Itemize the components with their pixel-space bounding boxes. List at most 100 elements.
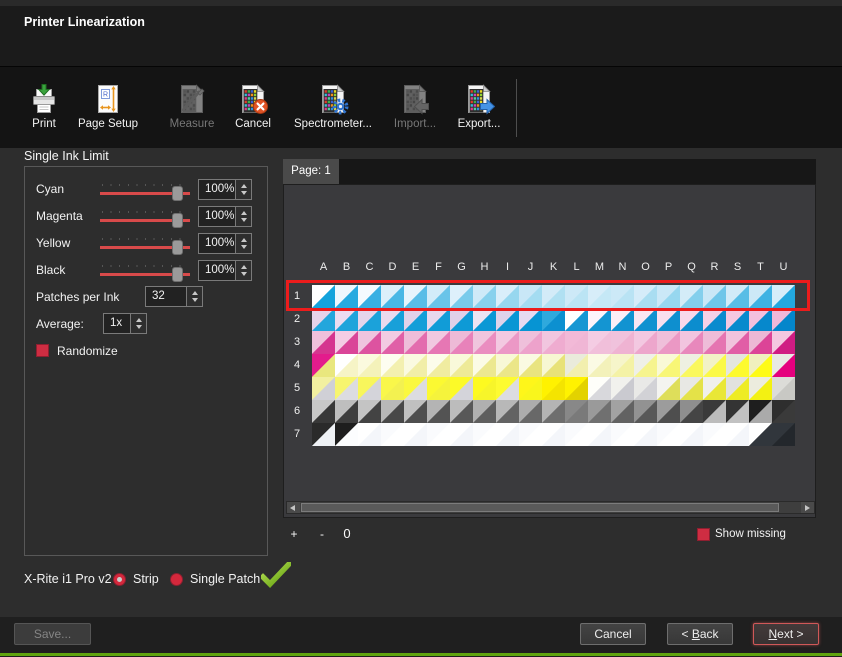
patch-K7[interactable]: [542, 423, 565, 446]
patch-A6[interactable]: [312, 400, 335, 423]
patches-per-ink-stepper[interactable]: 32: [145, 286, 203, 307]
scroll-right-button[interactable]: [801, 502, 814, 513]
patch-M5[interactable]: [588, 377, 611, 400]
patch-B1[interactable]: [335, 285, 358, 308]
magenta-ink-limit-stepper[interactable]: 100%: [198, 206, 252, 227]
patch-O2[interactable]: [634, 308, 657, 331]
up-arrow-icon[interactable]: [241, 211, 247, 215]
patch-N1[interactable]: [611, 285, 634, 308]
patch-T7[interactable]: [749, 423, 772, 446]
patch-D1[interactable]: [381, 285, 404, 308]
next-button[interactable]: Next >: [753, 623, 819, 645]
down-arrow-icon[interactable]: [192, 298, 198, 302]
patch-K5[interactable]: [542, 377, 565, 400]
patch-U3[interactable]: [772, 331, 795, 354]
patches-per-ink-arrows[interactable]: [186, 287, 202, 306]
patch-N3[interactable]: [611, 331, 634, 354]
patch-N4[interactable]: [611, 354, 634, 377]
patch-B2[interactable]: [335, 308, 358, 331]
patch-H3[interactable]: [473, 331, 496, 354]
down-arrow-icon[interactable]: [241, 245, 247, 249]
cyan-ink-slider[interactable]: [100, 184, 190, 200]
patch-T2[interactable]: [749, 308, 772, 331]
patch-P4[interactable]: [657, 354, 680, 377]
patch-F1[interactable]: [427, 285, 450, 308]
stepper-arrows[interactable]: [235, 261, 251, 280]
patch-C4[interactable]: [358, 354, 381, 377]
patch-F5[interactable]: [427, 377, 450, 400]
patch-M3[interactable]: [588, 331, 611, 354]
randomize-checkbox[interactable]: [36, 344, 49, 357]
patch-P3[interactable]: [657, 331, 680, 354]
patch-G6[interactable]: [450, 400, 473, 423]
patch-J4[interactable]: [519, 354, 542, 377]
patch-I5[interactable]: [496, 377, 519, 400]
back-button[interactable]: < Back: [667, 623, 733, 645]
patch-T1[interactable]: [749, 285, 772, 308]
patch-K2[interactable]: [542, 308, 565, 331]
scrollbar-thumb[interactable]: [301, 503, 779, 512]
patch-J1[interactable]: [519, 285, 542, 308]
patch-B6[interactable]: [335, 400, 358, 423]
toolbar-button-cancel[interactable]: Cancel: [223, 83, 283, 130]
patch-D5[interactable]: [381, 377, 404, 400]
patch-H1[interactable]: [473, 285, 496, 308]
down-arrow-icon[interactable]: [241, 272, 247, 276]
stepper-arrows[interactable]: [235, 207, 251, 226]
patch-Q7[interactable]: [680, 423, 703, 446]
patch-O6[interactable]: [634, 400, 657, 423]
patch-G5[interactable]: [450, 377, 473, 400]
up-arrow-icon[interactable]: [136, 318, 142, 322]
horizontal-scrollbar[interactable]: [286, 501, 815, 514]
patch-R5[interactable]: [703, 377, 726, 400]
down-arrow-icon[interactable]: [136, 325, 142, 329]
patch-K4[interactable]: [542, 354, 565, 377]
patch-G7[interactable]: [450, 423, 473, 446]
patch-T4[interactable]: [749, 354, 772, 377]
row-number-3[interactable]: 3: [286, 331, 308, 354]
patch-M2[interactable]: [588, 308, 611, 331]
patch-P2[interactable]: [657, 308, 680, 331]
patch-I3[interactable]: [496, 331, 519, 354]
patch-D2[interactable]: [381, 308, 404, 331]
patch-E1[interactable]: [404, 285, 427, 308]
cancel-button[interactable]: Cancel: [580, 623, 646, 645]
up-arrow-icon[interactable]: [241, 265, 247, 269]
patch-G4[interactable]: [450, 354, 473, 377]
patch-grid[interactable]: [312, 285, 795, 446]
scroll-left-button[interactable]: [287, 502, 300, 513]
patch-N6[interactable]: [611, 400, 634, 423]
patch-S7[interactable]: [726, 423, 749, 446]
patch-J5[interactable]: [519, 377, 542, 400]
mode-radio-single-patch[interactable]: [170, 573, 183, 586]
patch-O3[interactable]: [634, 331, 657, 354]
patch-E2[interactable]: [404, 308, 427, 331]
patch-M1[interactable]: [588, 285, 611, 308]
patch-P5[interactable]: [657, 377, 680, 400]
patch-P1[interactable]: [657, 285, 680, 308]
patch-C7[interactable]: [358, 423, 381, 446]
patch-S5[interactable]: [726, 377, 749, 400]
patch-J2[interactable]: [519, 308, 542, 331]
patch-N5[interactable]: [611, 377, 634, 400]
patch-F4[interactable]: [427, 354, 450, 377]
patch-Q3[interactable]: [680, 331, 703, 354]
row-number-4[interactable]: 4: [286, 354, 308, 377]
patch-B7[interactable]: [335, 423, 358, 446]
patch-G2[interactable]: [450, 308, 473, 331]
cyan-ink-limit-stepper[interactable]: 100%: [198, 179, 252, 200]
yellow-ink-slider[interactable]: [100, 238, 190, 254]
average-arrows[interactable]: [130, 314, 146, 333]
patch-H7[interactable]: [473, 423, 496, 446]
patch-O5[interactable]: [634, 377, 657, 400]
patch-I2[interactable]: [496, 308, 519, 331]
patch-J7[interactable]: [519, 423, 542, 446]
patch-H4[interactable]: [473, 354, 496, 377]
patch-E7[interactable]: [404, 423, 427, 446]
average-stepper[interactable]: 1x: [103, 313, 147, 334]
patch-F2[interactable]: [427, 308, 450, 331]
patch-K6[interactable]: [542, 400, 565, 423]
patch-J6[interactable]: [519, 400, 542, 423]
stepper-arrows[interactable]: [235, 234, 251, 253]
patch-R6[interactable]: [703, 400, 726, 423]
